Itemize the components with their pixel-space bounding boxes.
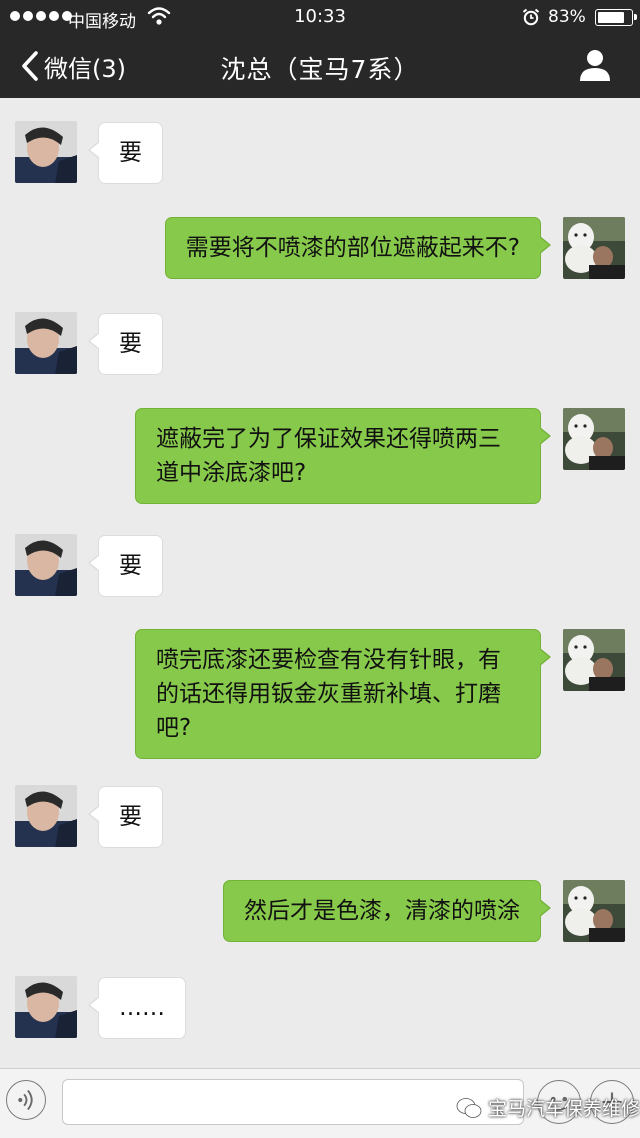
nav-bar: 微信(3) 沈总（宝马7系） bbox=[0, 34, 640, 98]
person-icon[interactable] bbox=[578, 47, 612, 83]
my-avatar-image bbox=[563, 880, 625, 942]
my-avatar-image bbox=[563, 408, 625, 470]
contact-avatar-image bbox=[15, 785, 77, 847]
my-avatar[interactable] bbox=[563, 880, 625, 942]
message-bubble-outgoing[interactable]: 然后才是色漆，清漆的喷涂 bbox=[223, 880, 551, 942]
contact-avatar-image bbox=[15, 121, 77, 183]
message-bubble-outgoing[interactable]: 喷完底漆还要检查有没有针眼，有的话还得用钣金灰重新补填、打磨吧? bbox=[135, 629, 551, 759]
alarm-icon bbox=[522, 8, 540, 26]
watermark-text: 宝马汽车保养维修 bbox=[488, 1098, 640, 1120]
chat-title: 沈总（宝马7系） bbox=[220, 55, 420, 84]
contact-avatar-image bbox=[15, 534, 77, 596]
message-bubble-incoming[interactable]: …… bbox=[88, 977, 186, 1039]
message-bubble-incoming[interactable]: 要 bbox=[88, 535, 163, 597]
contact-avatar-image bbox=[15, 312, 77, 374]
contact-avatar[interactable] bbox=[15, 785, 77, 847]
message-bubble-incoming[interactable]: 要 bbox=[88, 786, 163, 848]
my-avatar-image bbox=[563, 629, 625, 691]
message-bubble-incoming[interactable]: 要 bbox=[88, 122, 163, 184]
message-input[interactable] bbox=[62, 1079, 524, 1125]
my-avatar[interactable] bbox=[563, 408, 625, 470]
wechat-logo-icon bbox=[456, 1097, 482, 1118]
chat-area[interactable]: 要 需要将不喷漆的部位遮蔽起来不? 要 遮蔽完了为了保证效果还得喷两三道中涂底漆… bbox=[0, 98, 640, 1068]
status-time: 10:33 bbox=[294, 6, 346, 27]
contact-avatar[interactable] bbox=[15, 312, 77, 374]
message-bubble-outgoing[interactable]: 需要将不喷漆的部位遮蔽起来不? bbox=[164, 217, 552, 279]
status-bar: 中国移动 10:33 83% bbox=[0, 0, 640, 34]
voice-icon[interactable] bbox=[6, 1080, 46, 1120]
message-bubble-incoming[interactable]: 要 bbox=[88, 313, 163, 375]
my-avatar-image bbox=[563, 217, 625, 279]
battery-icon bbox=[595, 9, 637, 26]
contact-avatar[interactable] bbox=[15, 976, 77, 1038]
watermark: 宝马汽车保养维修 bbox=[456, 1094, 640, 1121]
contact-avatar[interactable] bbox=[15, 534, 77, 596]
my-avatar[interactable] bbox=[563, 217, 625, 279]
battery-level bbox=[598, 12, 624, 23]
my-avatar[interactable] bbox=[563, 629, 625, 691]
battery-percent: 83% bbox=[548, 7, 586, 27]
contact-avatar[interactable] bbox=[15, 121, 77, 183]
message-bubble-outgoing[interactable]: 遮蔽完了为了保证效果还得喷两三道中涂底漆吧? bbox=[135, 408, 551, 504]
contact-avatar-image bbox=[15, 976, 77, 1038]
top-bar: 中国移动 10:33 83% 微信(3) 沈总（宝马7系） bbox=[0, 0, 640, 98]
